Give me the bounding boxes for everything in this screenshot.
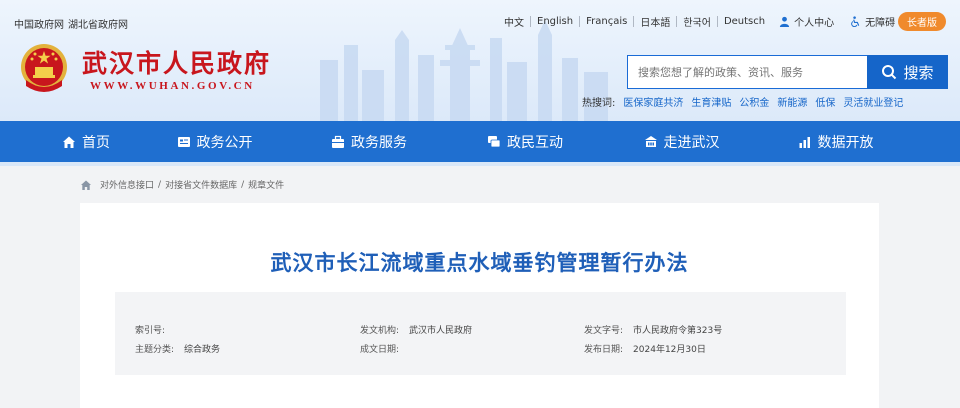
meta-document-number: 发文字号: 市人民政府令第323号 [584, 323, 722, 336]
hot-word-item[interactable]: 医保家庭共济 [623, 94, 683, 109]
hot-word-item[interactable]: 公积金 [739, 94, 769, 109]
nav-label: 政民互动 [507, 134, 563, 151]
home-icon [81, 180, 91, 190]
site-url: WWW.WUHAN.GOV.CN [90, 80, 255, 92]
site-url-highlight: WUHAN [135, 80, 192, 92]
meta-value: 综合政务 [184, 345, 221, 355]
site-title: 武汉市人民政府 [82, 49, 272, 78]
nav-home[interactable]: 首页 [34, 121, 139, 162]
link-gov-cn[interactable]: 中国政府网 [14, 16, 64, 31]
meta-label: 主题分类: [135, 345, 175, 355]
list-icon [177, 136, 190, 147]
meta-value: 武汉市人民政府 [409, 326, 473, 336]
link-hubei-gov[interactable]: 湖北省政府网 [68, 16, 128, 31]
lang-korean[interactable]: 한국어 [677, 14, 717, 29]
home-icon [63, 136, 75, 148]
breadcrumb-link[interactable]: 规章文件 [248, 178, 284, 191]
meta-issuer: 发文机构: 武汉市人民政府 [360, 323, 472, 336]
breadcrumb-separator: / [158, 179, 162, 190]
search-button-label: 搜索 [903, 63, 934, 82]
meta-label: 发文机构: [360, 326, 400, 336]
meta-index: 索引号: [135, 323, 175, 336]
meta-value: 2024年12月30日 [633, 345, 706, 355]
lang-english[interactable]: English [531, 16, 579, 27]
nav-public-interaction[interactable]: 政民互动 [448, 121, 603, 162]
nav-label: 政务服务 [351, 134, 407, 151]
nav-about-wuhan[interactable]: 走进武汉 [603, 121, 761, 162]
hot-words-label: 热搜词: [582, 98, 616, 109]
user-icon [780, 16, 790, 27]
site-url-prefix: WWW. [90, 80, 136, 92]
document-meta-table: 索引号: 主题分类: 综合政务 发文机构: 武汉市人民政府 成文日期: 发文字号… [115, 292, 846, 375]
nav-label: 走进武汉 [663, 134, 720, 151]
top-links: 中国政府网 湖北省政府网 [14, 16, 128, 31]
search-icon [882, 65, 897, 80]
building-icon [644, 135, 657, 147]
meta-value: 市人民政府令第323号 [633, 326, 723, 336]
lang-german[interactable]: Deutsch [718, 16, 771, 27]
lang-japanese[interactable]: 日本語 [634, 14, 676, 29]
meta-label: 成文日期: [360, 345, 400, 355]
nav-government-services[interactable]: 政务服务 [291, 121, 448, 162]
site-url-suffix: .GOV.CN [191, 80, 255, 92]
elder-mode-button[interactable]: 长者版 [898, 12, 946, 31]
accessibility-label: 无障碍 [865, 18, 896, 29]
service-icon [332, 135, 344, 148]
lang-french[interactable]: Français [580, 16, 633, 27]
nav-open-data[interactable]: 数据开放 [761, 121, 911, 162]
accessibility-icon [851, 16, 860, 27]
site-header: 中国政府网 湖北省政府网 中文 English Français 日本語 한국어… [0, 0, 960, 121]
main-nav: 首页 政务公开 政务服务 政民互动 走进武汉 数据开放 [0, 121, 960, 162]
nav-label: 首页 [82, 134, 110, 151]
meta-topic: 主题分类: 综合政务 [135, 342, 220, 355]
chart-icon [799, 136, 810, 148]
breadcrumb-separator: / [241, 179, 245, 190]
personal-center-link[interactable]: 个人中心 [771, 14, 842, 29]
nav-label: 数据开放 [817, 134, 874, 151]
national-emblem-icon [21, 44, 67, 92]
nav-label: 政务公开 [196, 134, 253, 151]
search-input[interactable] [627, 55, 867, 89]
meta-label: 索引号: [135, 326, 166, 336]
personal-center-label: 个人中心 [794, 18, 835, 29]
hot-word-item[interactable]: 灵活就业登记 [843, 94, 903, 109]
hot-word-item[interactable]: 低保 [815, 94, 835, 109]
meta-label: 发布日期: [584, 345, 624, 355]
meta-label: 发文字号: [584, 326, 624, 336]
lang-chinese[interactable]: 中文 [498, 14, 530, 29]
breadcrumb-link[interactable]: 对接省文件数据库 [165, 178, 237, 191]
interaction-icon [488, 135, 501, 147]
search-button[interactable]: 搜索 [867, 55, 948, 89]
hot-word-item[interactable]: 新能源 [777, 94, 807, 109]
document-card: 武汉市长江流域重点水域垂钓管理暂行办法 索引号: 主题分类: 综合政务 发文机构… [80, 203, 879, 408]
nav-government-affairs[interactable]: 政务公开 [139, 121, 291, 162]
meta-created-date: 成文日期: [360, 342, 409, 355]
document-title: 武汉市长江流域重点水域垂钓管理暂行办法 [270, 251, 689, 275]
breadcrumb-link[interactable]: 对外信息接口 [100, 178, 154, 191]
language-bar: 中文 English Français 日本語 한국어 Deutsch 个人中心… [498, 14, 903, 29]
nav-underline [0, 162, 960, 166]
breadcrumb: 对外信息接口 / 对接省文件数据库 / 规章文件 [80, 178, 284, 191]
hot-word-item[interactable]: 生育津贴 [691, 94, 731, 109]
search-bar: 搜索 [627, 55, 948, 89]
accessibility-link[interactable]: 无障碍 [842, 14, 903, 29]
hot-words: 热搜词: 医保家庭共济 生育津贴 公积金 新能源 低保 灵活就业登记 [582, 94, 903, 109]
meta-publish-date: 发布日期: 2024年12月30日 [584, 342, 706, 355]
